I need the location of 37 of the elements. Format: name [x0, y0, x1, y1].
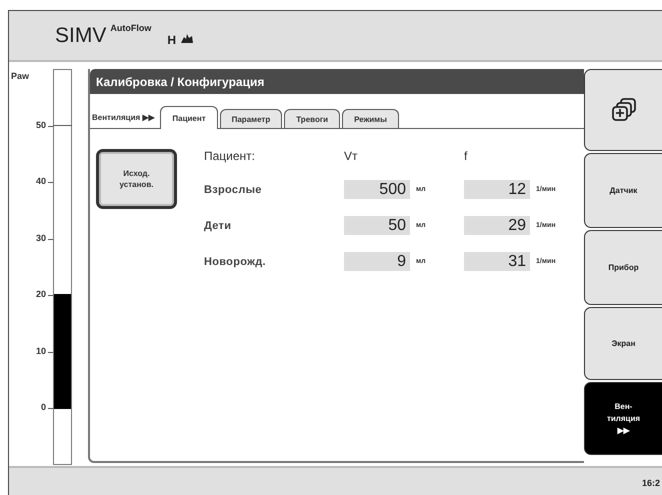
panel-title: Калибровка / Конфигурация: [90, 69, 584, 94]
tab[interactable]: Пациент: [160, 106, 218, 129]
value-field[interactable]: 31: [464, 252, 530, 271]
tab[interactable]: Тревоги: [284, 109, 340, 128]
tab[interactable]: Параметр: [220, 109, 282, 128]
layers-button[interactable]: [584, 69, 662, 151]
value-field[interactable]: 500: [344, 180, 410, 199]
value-field[interactable]: 12: [464, 180, 530, 199]
row-label: Новорожд.: [204, 256, 267, 268]
clock: 16:2: [642, 478, 660, 488]
menu-button[interactable]: Датчик: [584, 153, 662, 228]
gauge-label: Paw: [11, 71, 30, 81]
mode-superscript: AutoFlow: [110, 23, 152, 33]
column-header: Vт: [344, 149, 358, 163]
scale-label: 50: [36, 120, 46, 130]
breadcrumb-link[interactable]: Вентиляция ▶▶: [92, 113, 154, 122]
column-header: Пациент:: [204, 149, 256, 163]
scale-label: 20: [36, 289, 46, 299]
tab[interactable]: Режимы: [342, 109, 399, 128]
stacked-cards-plus-icon: [610, 96, 638, 124]
symbol-icon: [180, 33, 194, 44]
menu-button[interactable]: Прибор: [584, 230, 662, 305]
scale-label: 40: [36, 176, 46, 186]
column-header: f: [464, 149, 468, 163]
value-field[interactable]: 29: [464, 216, 530, 235]
menu-button[interactable]: Вен- тиляция ▶▶: [584, 382, 662, 455]
ventilation-mode: SIMV: [55, 24, 106, 48]
mode-suffix: H: [167, 32, 176, 46]
menu-button[interactable]: Экран: [584, 307, 662, 380]
value-field[interactable]: 50: [344, 216, 410, 235]
scale-label: 10: [36, 346, 46, 356]
value-field[interactable]: 9: [344, 252, 410, 271]
default-settings-button[interactable]: Исход. установ.: [96, 149, 177, 209]
row-label: Дети: [204, 220, 232, 232]
scale-label: 0: [40, 402, 46, 412]
row-label: Взрослые: [204, 184, 263, 196]
scale-label: 30: [36, 232, 46, 242]
